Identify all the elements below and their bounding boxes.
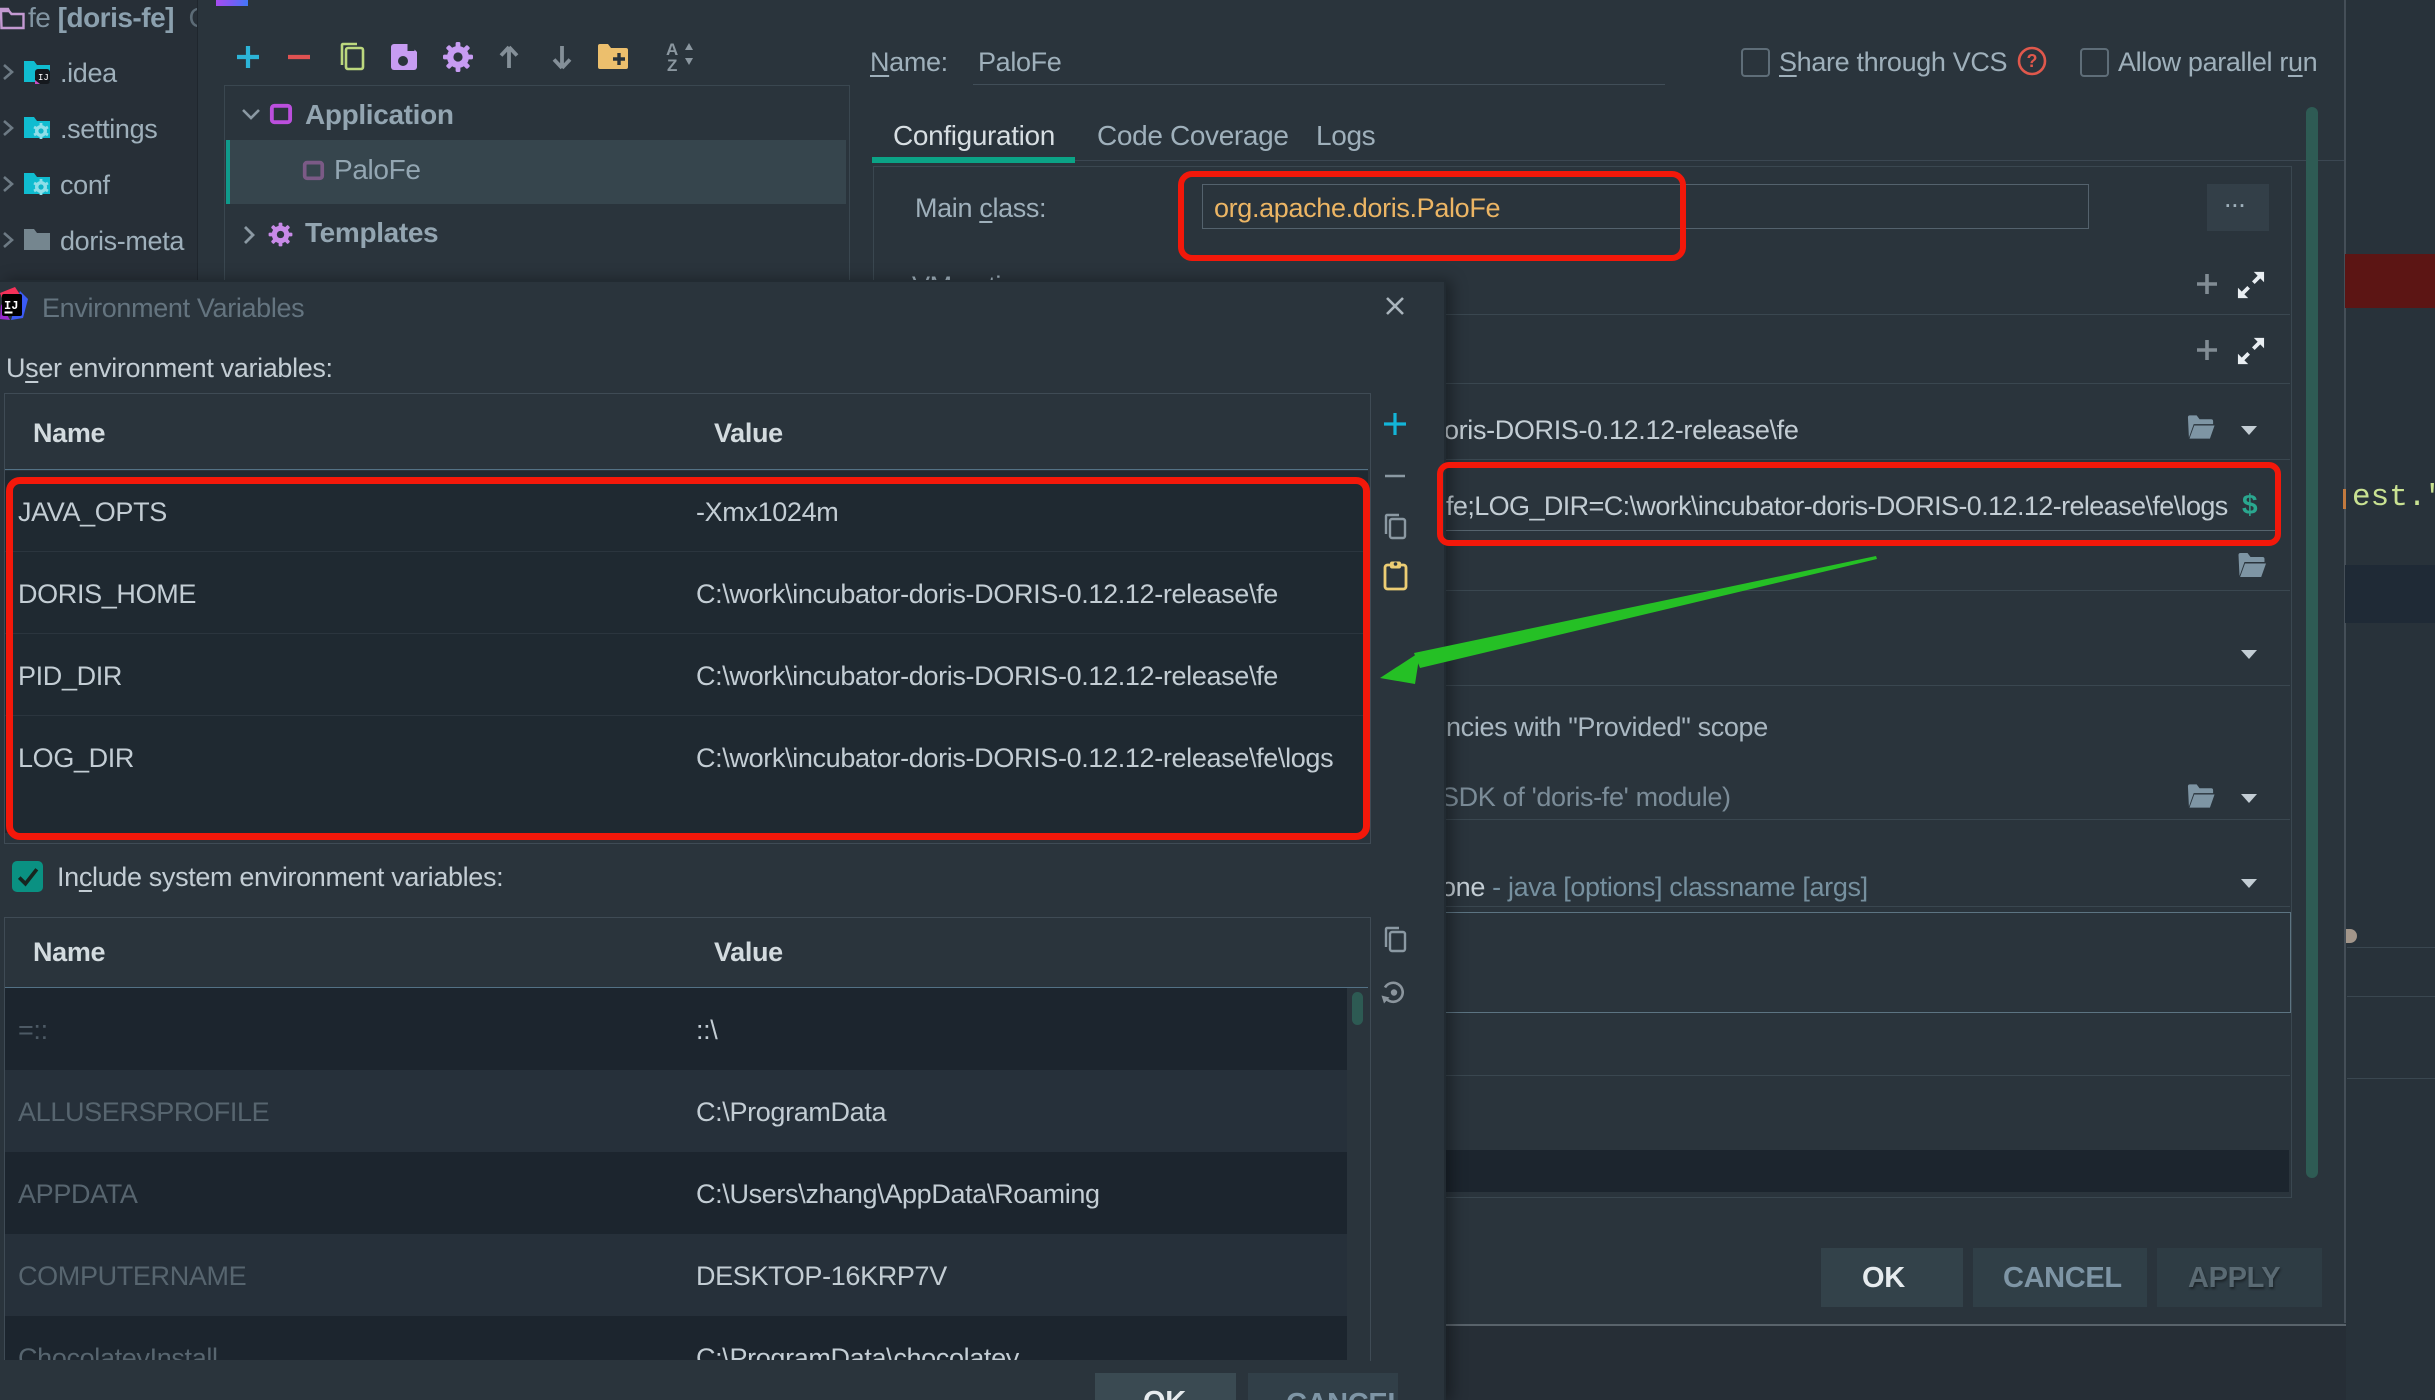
svg-text:?: ? <box>2027 51 2038 71</box>
svg-text:IJ: IJ <box>38 73 49 83</box>
svg-text:Z: Z <box>667 56 677 72</box>
svg-text:IJ: IJ <box>4 299 18 313</box>
